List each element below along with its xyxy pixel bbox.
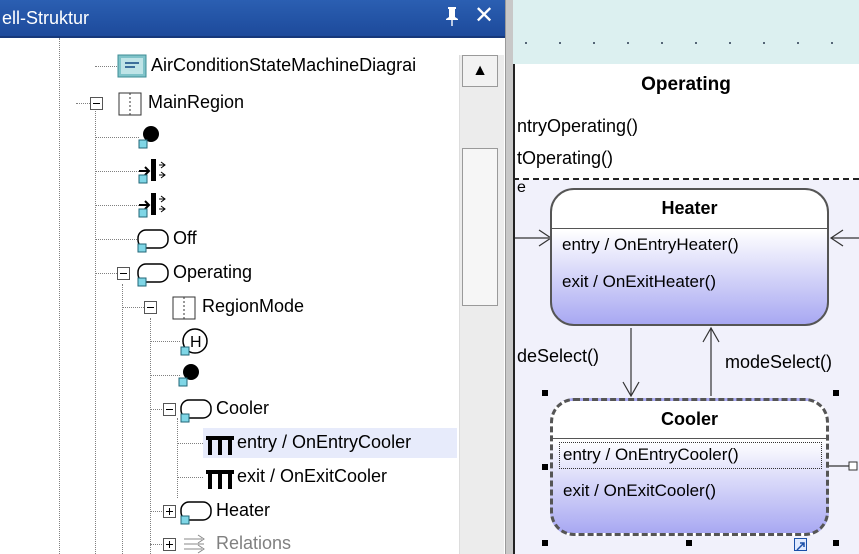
entry-point-icon bbox=[137, 157, 167, 190]
tree-item-history[interactable]: H bbox=[0, 326, 459, 356]
tree-item-entry-activity-content: entry / OnEntryCooler bbox=[0, 428, 459, 458]
selection-handle[interactable] bbox=[542, 390, 548, 396]
heater-state[interactable]: Heater entry / OnEntryHeater() exit / On… bbox=[550, 188, 829, 326]
relations-icon bbox=[182, 533, 212, 554]
tree-item-entry-point[interactable] bbox=[0, 156, 459, 186]
scroll-thumb[interactable] bbox=[462, 148, 498, 306]
cooler-state[interactable]: Cooler entry / OnEntryCooler() exit / On… bbox=[550, 398, 829, 536]
history-state-icon: H bbox=[177, 327, 211, 362]
pin-icon[interactable] bbox=[442, 5, 462, 29]
tree-item-heater[interactable]: Heater bbox=[0, 496, 459, 526]
tree-item-entry-point[interactable] bbox=[0, 190, 459, 220]
svg-text:H: H bbox=[190, 334, 202, 351]
initial-state-icon bbox=[177, 362, 201, 393]
collapse-icon[interactable] bbox=[90, 97, 103, 110]
simple-state-icon bbox=[136, 228, 170, 259]
tree-item-label: exit / OnExitCooler bbox=[237, 466, 388, 486]
selection-handle[interactable] bbox=[833, 540, 839, 546]
tree-item-label: Cooler bbox=[216, 398, 270, 418]
tree-item-regionmode[interactable]: RegionMode bbox=[0, 292, 459, 322]
tree-item-mainregion[interactable]: MainRegion bbox=[0, 88, 459, 118]
tree-item-label: AirConditionStateMachineDiagrai bbox=[151, 55, 417, 75]
selection-handle[interactable] bbox=[542, 464, 548, 470]
activity-icon bbox=[205, 433, 235, 462]
tree-item-label: entry / OnEntryCooler bbox=[237, 432, 412, 452]
selection-handle[interactable] bbox=[686, 540, 692, 546]
simple-state-icon bbox=[179, 398, 213, 429]
heater-state-title: Heater bbox=[661, 198, 718, 218]
tree-item-label: Heater bbox=[216, 500, 271, 520]
tree-item-initial[interactable] bbox=[0, 360, 459, 390]
tree-item-off[interactable]: Off bbox=[0, 224, 459, 254]
close-panel-button[interactable]: ✕ bbox=[472, 3, 496, 29]
expand-icon[interactable] bbox=[163, 538, 176, 551]
selection-handle[interactable] bbox=[833, 390, 839, 396]
tree-item-operating[interactable]: Operating bbox=[0, 258, 459, 288]
scroll-up-button[interactable]: ▲ bbox=[462, 55, 498, 87]
activity-icon bbox=[205, 467, 235, 496]
cooler-exit-action[interactable]: exit / OnExitCooler() bbox=[563, 481, 716, 501]
state-diagram-canvas[interactable]: Operating ntryOperating() tOperating() e… bbox=[513, 0, 859, 554]
tree-item-cooler[interactable]: Cooler bbox=[0, 394, 459, 424]
collapse-icon[interactable] bbox=[117, 267, 130, 280]
tree-item-exit-activity[interactable]: exit / OnExitCooler bbox=[0, 462, 459, 492]
panel-title: ell-Struktur bbox=[2, 8, 90, 28]
model-tree: AirConditionStateMachineDiagrai MainRegi… bbox=[0, 38, 459, 554]
cooler-state-title: Cooler bbox=[660, 409, 718, 429]
tree-item-diagram[interactable]: AirConditionStateMachineDiagrai bbox=[0, 51, 459, 81]
simple-state-icon bbox=[136, 262, 170, 293]
entry-point-icon bbox=[137, 191, 167, 224]
tree-item-initial[interactable] bbox=[0, 122, 459, 152]
heater-exit-action[interactable]: exit / OnExitHeater() bbox=[562, 272, 716, 292]
cooler-entry-action[interactable]: entry / OnEntryCooler() bbox=[563, 445, 739, 465]
transition-label-left[interactable]: deSelect() bbox=[517, 346, 599, 367]
tree-item-label: MainRegion bbox=[148, 92, 245, 112]
heater-entry-action[interactable]: entry / OnEntryHeater() bbox=[562, 235, 739, 255]
region-icon bbox=[118, 92, 142, 121]
selection-handle[interactable] bbox=[542, 540, 548, 546]
tree-item-relations[interactable]: Relations bbox=[0, 529, 459, 554]
tree-item-label: Off bbox=[173, 228, 197, 248]
model-tree-panel: ell-Struktur ✕ AirConditionStateMachineD… bbox=[0, 0, 505, 554]
expand-icon[interactable] bbox=[163, 505, 176, 518]
collapse-icon[interactable] bbox=[163, 403, 176, 416]
initial-state-icon bbox=[137, 124, 161, 155]
simple-state-icon bbox=[179, 500, 213, 531]
panel-title-bar: ell-Struktur bbox=[0, 0, 505, 38]
diagram-icon bbox=[117, 54, 147, 83]
transition-label-right[interactable]: modeSelect() bbox=[725, 352, 832, 373]
region-icon bbox=[172, 296, 196, 325]
resize-corner-icon[interactable] bbox=[794, 538, 807, 551]
tree-item-label: Operating bbox=[173, 262, 253, 282]
collapse-icon[interactable] bbox=[144, 301, 157, 314]
tree-item-label: Relations bbox=[216, 533, 292, 553]
tree-item-label: RegionMode bbox=[202, 296, 305, 316]
